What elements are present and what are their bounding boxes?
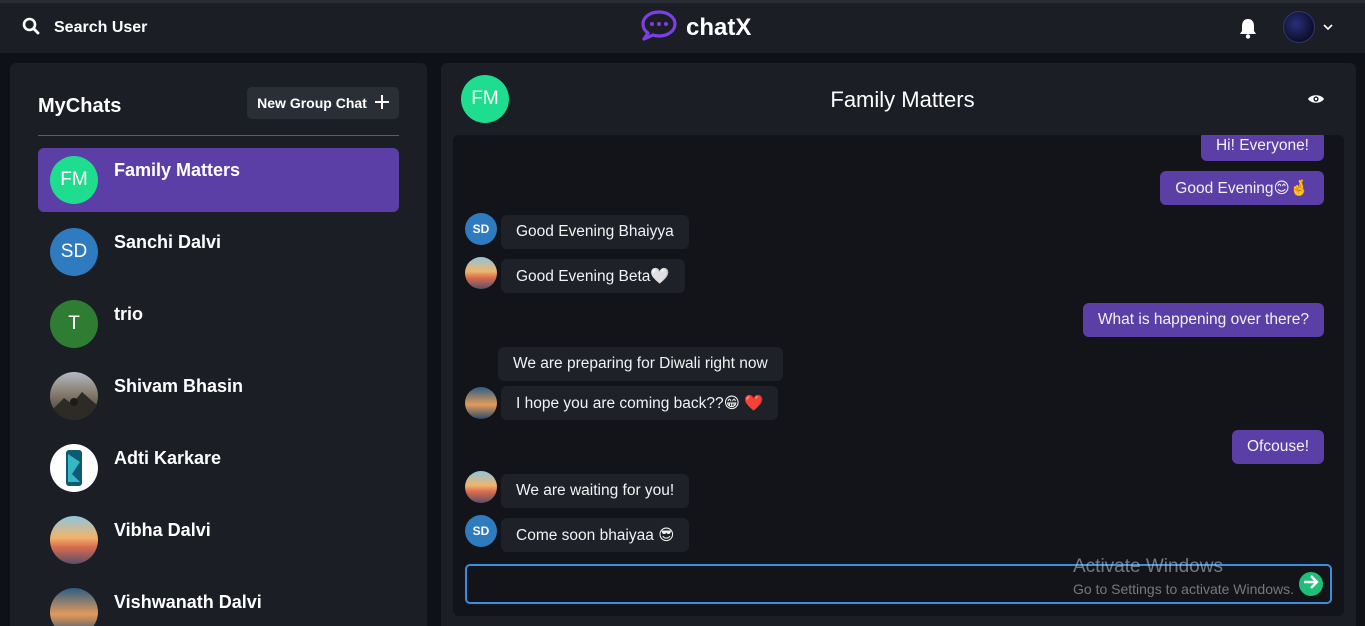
my-chats-panel: MyChats New Group Chat FM Family Matters… [10,63,427,626]
avatar: SD [465,515,497,547]
brand: chatX [640,9,751,46]
messages-area[interactable]: Hi! Everyone! Good Evening😊🤞 SD Good Eve… [453,135,1344,616]
search-icon [22,17,40,40]
message-bubble: Good Evening Bhaiyya [501,215,689,249]
chat-item-vishwanath-dalvi[interactable]: Vishwanath Dalvi [38,580,399,626]
plus-icon [374,94,389,112]
message-bubble: Hi! Everyone! [1200,135,1324,161]
chat-item-family-matters[interactable]: FM Family Matters [38,148,399,212]
chat-window: FM Family Matters Hi! Everyone! Good Eve… [441,63,1356,626]
avatar [50,444,98,492]
avatar: T [50,300,98,348]
new-group-chat-button[interactable]: New Group Chat [247,87,399,119]
user-avatar[interactable] [1283,11,1315,43]
message-bubble: We are waiting for you! [501,474,690,508]
chat-item-name: Sanchi Dalvi [114,232,222,252]
user-menu[interactable] [1283,11,1333,43]
eye-icon [1307,92,1325,109]
send-button[interactable] [1299,572,1323,596]
chat-title: Family Matters [830,87,975,112]
chat-item-name: Adti Karkare [114,448,222,468]
message-bubble: Good Evening😊🤞 [1160,171,1324,205]
chevron-down-icon [1323,18,1333,36]
avatar [465,387,497,419]
chat-item-vibha-dalvi[interactable]: Vibha Dalvi [38,508,399,572]
divider [38,135,399,136]
message-bubble: We are preparing for Diwali right now [498,347,783,381]
avatar [50,372,98,420]
search-user-button[interactable]: Search User [22,13,147,43]
notifications-button[interactable] [1238,17,1258,44]
avatar [50,588,98,626]
top-bar: Search User chatX [0,0,1365,53]
chat-item-adti-karkare[interactable]: Adti Karkare [38,436,399,500]
avatar [465,471,497,503]
avatar [50,516,98,564]
chat-item-name: Vibha Dalvi [114,520,211,540]
chat-item-name: Shivam Bhasin [114,376,244,396]
avatar [465,257,497,289]
message-bubble: What is happening over there? [1082,303,1324,337]
brand-name: chatX [686,13,752,41]
avatar: FM [50,156,98,204]
chat-item-trio[interactable]: T trio [38,292,399,356]
avatar: SD [465,213,497,245]
new-group-chat-label: New Group Chat [257,95,367,111]
message-bubble: Ofcouse! [1231,430,1324,464]
chat-item-name: Family Matters [114,160,241,180]
my-chats-title: MyChats [38,95,122,117]
message-bubble: Good Evening Beta🤍 [501,259,685,293]
chat-item-name: Vishwanath Dalvi [114,592,262,612]
message-bubble: I hope you are coming back??😁 ❤️ [501,386,779,420]
message-bubble: Come soon bhaiyaa 😎 [501,518,690,552]
arrow-right-icon [1303,574,1319,594]
avatar: SD [50,228,98,276]
chat-item-name: trio [114,304,143,324]
view-details-button[interactable] [1307,92,1325,110]
chat-item-shivam-bhasin[interactable]: Shivam Bhasin [38,364,399,428]
chat-item-sanchi-dalvi[interactable]: SD Sanchi Dalvi [38,220,399,284]
message-input[interactable] [465,564,1332,604]
search-user-label: Search User [54,19,148,36]
chat-bubble-logo-icon [640,9,678,46]
bell-icon [1238,19,1258,43]
